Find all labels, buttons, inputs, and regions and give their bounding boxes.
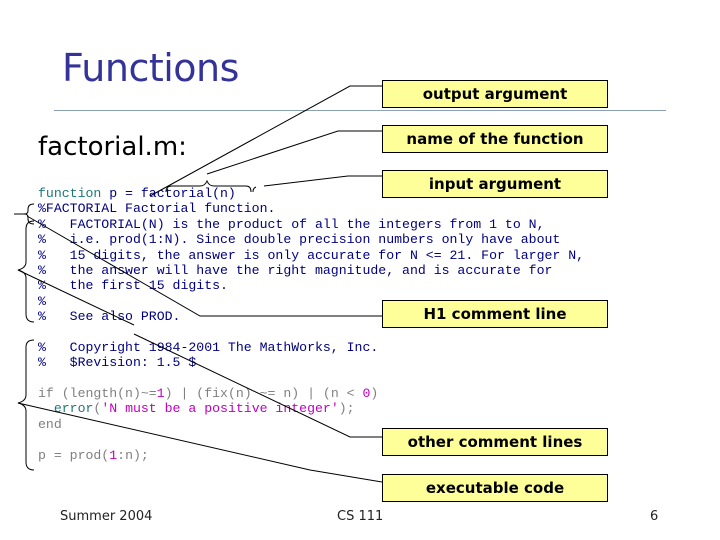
code-token: p = factorial(n) <box>101 186 236 201</box>
leader-function-name <box>206 130 382 175</box>
code-token: ) | (fix(n) ~= n) | (n < <box>164 386 363 402</box>
code-token: function <box>38 186 102 201</box>
code-token: 1 <box>156 386 165 402</box>
code-token: (length(n)~= <box>53 386 157 402</box>
callout-output-argument: output argument <box>382 80 608 108</box>
code-token: % 15 digits, the answer is only accurate… <box>38 247 585 263</box>
code-token: if <box>38 386 54 402</box>
code-line: % the first 15 digits. <box>38 278 584 293</box>
code-token: end <box>38 416 62 432</box>
code-token: % the answer will have the right magnitu… <box>38 262 553 278</box>
brace-h1-comment <box>23 203 35 225</box>
code-line: error('N must be a positive integer'); <box>38 401 584 416</box>
code-line: %FACTORIAL Factorial function. <box>38 201 584 216</box>
code-token: % FACTORIAL(N) is the product of all the… <box>38 216 545 232</box>
code-token: % the first 15 digits. <box>38 278 228 294</box>
code-line: % 15 digits, the answer is only accurate… <box>38 248 584 263</box>
slide-title: Functions <box>62 46 239 90</box>
callout-input-argument: input argument <box>382 170 608 198</box>
code-token: :n); <box>117 447 149 463</box>
callout-function-name: name of the function <box>382 125 608 153</box>
code-token: % $Revision: 1.5 $ <box>38 355 197 371</box>
code-line: % FACTORIAL(N) is the product of all the… <box>38 217 584 232</box>
code-line: if (length(n)~=1) | (fix(n) ~= n) | (n <… <box>38 386 584 401</box>
code-token: ) <box>370 386 379 402</box>
code-line: % the answer will have the right magnitu… <box>38 263 584 278</box>
footer-date: Summer 2004 <box>60 509 153 524</box>
code-token: % See also PROD. <box>38 309 181 325</box>
callout-h1-comment-line: H1 comment line <box>382 300 608 328</box>
code-token: % <box>38 293 46 309</box>
callout-other-comment-lines: other comment lines <box>382 428 608 456</box>
brace-executable-code <box>17 370 35 471</box>
brace-other-comments-2 <box>25 339 35 370</box>
code-token: % i.e. prod(1:N). Since double precision… <box>38 232 561 248</box>
title-divider <box>54 110 666 111</box>
brace-other-comments-1 <box>17 220 35 323</box>
footer-course: CS 111 <box>337 509 384 524</box>
footer-page-number: 6 <box>650 509 659 524</box>
code-token: p = prod( <box>38 447 110 463</box>
code-token: 'N must be a positive integer' <box>101 401 339 417</box>
callout-executable-code: executable code <box>382 474 608 502</box>
filename-label: factorial.m: <box>38 132 187 162</box>
code-token: % Copyright 1984-2001 The MathWorks, Inc… <box>38 339 379 355</box>
code-line: % $Revision: 1.5 $ <box>38 355 584 370</box>
code-token: 1 <box>109 447 118 463</box>
code-token: %FACTORIAL Factorial function. <box>38 201 276 217</box>
code-token: ); <box>338 401 355 417</box>
code-line: % i.e. prod(1:N). Since double precision… <box>38 232 584 247</box>
code-token: error <box>53 401 94 417</box>
leader-input-argument <box>263 175 382 187</box>
code-line: % Copyright 1984-2001 The MathWorks, Inc… <box>38 340 584 355</box>
